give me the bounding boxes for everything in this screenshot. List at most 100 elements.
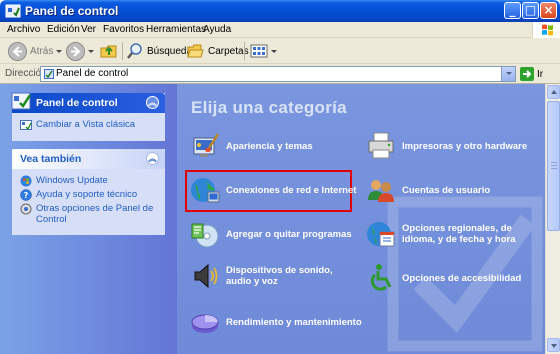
category-label: Impresoras y otro hardware	[402, 140, 528, 152]
menu-archivo[interactable]: Archivo	[7, 24, 40, 35]
switch-classic-view-label: Cambiar a Vista clásica	[36, 119, 136, 130]
control-panel-icon	[11, 92, 32, 110]
back-button[interactable]: Atrás	[8, 40, 63, 62]
windows-flag-icon	[542, 24, 553, 36]
other-options-link[interactable]: Otras opciones de Panel de Control	[20, 203, 157, 225]
chevron-down-icon	[506, 72, 512, 75]
address-input[interactable]: Panel de control	[40, 66, 516, 82]
menu-favoritos[interactable]: Favoritos	[103, 24, 144, 35]
scroll-up-button[interactable]	[547, 85, 560, 99]
category-network-internet[interactable]: Conexiones de red e Internet	[189, 174, 356, 206]
maximize-button[interactable]: □	[522, 2, 539, 19]
window-title: Panel de control	[25, 4, 119, 18]
category-label: Rendimiento y mantenimiento	[226, 316, 362, 328]
collapse-icon[interactable]: ︽	[146, 152, 159, 165]
toolbar-separator	[244, 42, 245, 60]
address-bar: Dirección Panel de control Ir	[0, 64, 560, 84]
category-printers-hardware[interactable]: Impresoras y otro hardware	[365, 130, 527, 162]
category-label: Dispositivos de sonido, audio y voz	[226, 265, 333, 287]
grip-line	[551, 162, 557, 163]
category-label: Opciones regionales, de idioma, y de fec…	[402, 223, 516, 245]
close-button[interactable]: ×	[540, 2, 557, 19]
back-label: Atrás	[30, 45, 54, 57]
forward-dropdown-icon[interactable]	[88, 49, 94, 53]
views-button[interactable]	[250, 40, 277, 62]
see-also-box: Vea también ︽ Windows Update ? Ayuda y s…	[12, 149, 165, 235]
vertical-scrollbar[interactable]	[545, 84, 560, 354]
user-accounts-icon	[368, 180, 394, 202]
regional-options-icon	[367, 222, 395, 247]
sound-audio-icon	[194, 263, 218, 289]
category-add-remove-programs[interactable]: Agregar o quitar programas	[189, 218, 352, 250]
network-internet-icon	[191, 178, 220, 203]
scroll-down-icon	[551, 344, 557, 348]
category-label: Apariencia y temas	[226, 140, 313, 152]
control-panel-icon	[44, 69, 54, 79]
classic-view-icon	[20, 120, 32, 131]
go-arrow-icon	[520, 67, 534, 81]
windows-update-icon	[20, 175, 32, 187]
minimize-button[interactable]: _	[504, 2, 521, 19]
toolbar: Atrás Búsqueda Carpetas	[0, 38, 560, 64]
windows-update-label: Windows Update	[36, 175, 108, 186]
category-view: Elija una categoría Apariencia y temas C…	[177, 84, 545, 354]
category-label: Agregar o quitar programas	[226, 228, 352, 240]
category-label: Conexiones de red e Internet	[226, 184, 357, 196]
category-regional-options[interactable]: Opciones regionales, de idioma, y de fec…	[365, 218, 537, 250]
search-button[interactable]: Búsqueda	[126, 40, 192, 62]
search-label: Búsqueda	[147, 45, 193, 57]
close-icon: ×	[543, 3, 554, 17]
help-support-label: Ayuda y soporte técnico	[36, 189, 138, 200]
performance-maintenance-icon	[191, 314, 219, 333]
menu-edicion[interactable]: Edición	[47, 24, 80, 35]
back-dropdown-icon[interactable]	[56, 49, 63, 53]
address-dropdown-button[interactable]	[501, 67, 515, 81]
scroll-down-button[interactable]	[547, 338, 560, 352]
menu-ver[interactable]: Ver	[81, 24, 96, 35]
task-pane: Panel de control ︽ Cambiar a Vista clási…	[0, 84, 177, 354]
menu-ayuda[interactable]: Ayuda	[203, 24, 231, 35]
go-button[interactable]: Ir	[520, 66, 543, 82]
see-also-box-header[interactable]: Vea también ︽	[12, 149, 165, 169]
category-accessibility[interactable]: Opciones de accesibilidad	[365, 262, 521, 294]
title-bar[interactable]: Panel de control _ □ ×	[0, 0, 560, 22]
control-panel-box-header[interactable]: Panel de control ︽	[11, 92, 165, 113]
forward-arrow-icon	[66, 41, 85, 61]
printers-hardware-icon	[368, 132, 394, 159]
windows-update-link[interactable]: Windows Update	[20, 175, 157, 187]
views-icon	[250, 44, 268, 58]
search-icon	[127, 43, 142, 59]
category-appearance-themes[interactable]: Apariencia y temas	[189, 130, 313, 162]
views-dropdown-icon[interactable]	[271, 49, 277, 53]
help-icon: ?	[20, 189, 32, 201]
other-options-icon	[20, 203, 32, 215]
folders-icon	[187, 44, 204, 58]
up-folder-icon	[100, 45, 117, 58]
scroll-up-icon	[551, 90, 557, 94]
toolbar-separator	[122, 42, 123, 60]
category-sound-audio[interactable]: Dispositivos de sonido, audio y voz	[189, 260, 359, 292]
forward-button[interactable]	[66, 40, 94, 62]
menu-bar: Archivo Edición Ver Favoritos Herramient…	[0, 22, 560, 38]
switch-classic-view-link[interactable]: Cambiar a Vista clásica	[20, 119, 157, 131]
back-arrow-icon	[8, 41, 27, 61]
accessibility-icon	[370, 264, 392, 291]
minimize-icon: _	[509, 3, 516, 17]
category-label: Opciones de accesibilidad	[402, 272, 522, 284]
category-label: Cuentas de usuario	[402, 184, 491, 196]
folders-button[interactable]: Carpetas	[187, 40, 249, 62]
folders-label: Carpetas	[208, 45, 249, 57]
category-user-accounts[interactable]: Cuentas de usuario	[365, 174, 490, 206]
help-support-link[interactable]: ? Ayuda y soporte técnico	[20, 189, 157, 201]
add-remove-programs-icon	[191, 223, 219, 248]
control-panel-box: Panel de control ︽ Cambiar a Vista clási…	[11, 92, 165, 141]
grip-line	[551, 168, 557, 169]
address-value: Panel de control	[56, 68, 129, 79]
scroll-thumb[interactable]	[547, 101, 560, 231]
category-performance-maintenance[interactable]: Rendimiento y mantenimiento	[189, 306, 362, 338]
up-folder-button[interactable]	[100, 40, 118, 62]
collapse-icon[interactable]: ︽	[146, 96, 159, 109]
menu-herramientas[interactable]: Herramientas	[146, 24, 206, 35]
see-also-box-body: Windows Update ? Ayuda y soporte técnico…	[12, 169, 165, 235]
page-title: Elija una categoría	[191, 98, 347, 117]
